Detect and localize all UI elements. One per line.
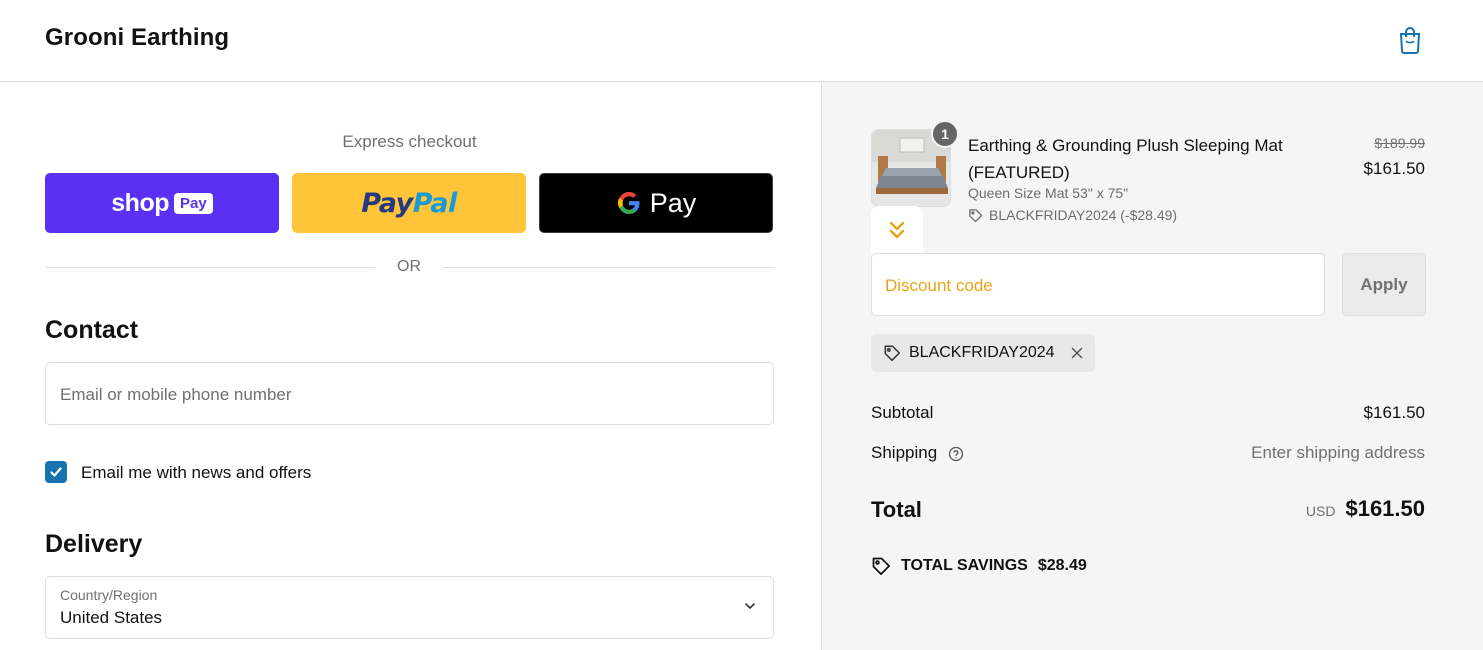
express-checkout-title: Express checkout bbox=[342, 132, 477, 151]
shipping-label: Shipping bbox=[871, 443, 938, 462]
product-discount-text: BLACKFRIDAY2024 (-$28.49) bbox=[989, 207, 1178, 223]
shipping-value: Enter shipping address bbox=[1251, 443, 1425, 462]
or-divider-label: OR bbox=[397, 258, 421, 275]
shop-pay-button[interactable]: shop Pay bbox=[45, 173, 279, 233]
check-icon bbox=[50, 467, 62, 477]
help-circle-icon[interactable] bbox=[948, 446, 964, 462]
total-savings: TOTAL SAVINGS $28.49 bbox=[871, 556, 1087, 576]
google-pay-label: Pay bbox=[649, 187, 697, 218]
rewards-widget-tab[interactable] bbox=[871, 206, 923, 254]
total-amount: $161.50 bbox=[1345, 496, 1425, 521]
tag-icon bbox=[884, 345, 901, 362]
or-divider-right bbox=[443, 267, 774, 268]
checkout-main: Express checkout shop Pay Pay Pal Pay OR … bbox=[0, 82, 821, 650]
country-select[interactable]: Country/Region United States bbox=[45, 576, 774, 639]
google-g-icon bbox=[617, 192, 640, 214]
shop-pay-pill: Pay bbox=[174, 192, 213, 214]
paypal-wordmark-pay: Pay bbox=[361, 187, 413, 219]
store-name[interactable]: Grooni Earthing bbox=[45, 24, 229, 52]
remove-discount-icon[interactable] bbox=[1071, 347, 1083, 359]
original-price: $189.99 bbox=[1374, 135, 1425, 151]
country-select-value: United States bbox=[60, 608, 163, 627]
product-discount: BLACKFRIDAY2024 (-$28.49) bbox=[968, 207, 1177, 223]
paypal-wordmark-pal: Pal bbox=[412, 187, 458, 219]
shipping-row-label: Shipping bbox=[871, 443, 964, 463]
subtotal-label: Subtotal bbox=[871, 403, 934, 422]
google-pay-button[interactable]: Pay bbox=[539, 173, 773, 233]
tag-icon bbox=[872, 557, 890, 575]
checkout-header: Grooni Earthing bbox=[0, 0, 1483, 82]
product-name: Earthing & Grounding Plush Sleeping Mat … bbox=[968, 136, 1283, 182]
country-select-label: Country/Region bbox=[60, 587, 158, 603]
email-placeholder: Email or mobile phone number bbox=[60, 385, 292, 404]
newsletter-checkbox[interactable] bbox=[45, 461, 67, 483]
shopping-bag-icon[interactable] bbox=[1394, 24, 1426, 56]
total-savings-value: $28.49 bbox=[1037, 557, 1087, 574]
subtotal-value: $161.50 bbox=[1363, 403, 1425, 422]
total-amount-group: USD $161.50 bbox=[1306, 496, 1425, 522]
applied-discount-chip: BLACKFRIDAY2024 bbox=[871, 334, 1095, 372]
discount-code-field[interactable]: Discount code bbox=[871, 253, 1325, 316]
double-chevron-down-icon bbox=[889, 221, 905, 239]
newsletter-label[interactable]: Email me with news and offers bbox=[81, 463, 311, 483]
or-divider-left bbox=[45, 267, 375, 268]
quantity-badge: 1 bbox=[931, 120, 959, 148]
shop-pay-wordmark: shop bbox=[111, 188, 169, 217]
product-variant: Queen Size Mat 53" x 75" bbox=[968, 185, 1129, 201]
tag-icon bbox=[969, 208, 983, 222]
chevron-down-icon bbox=[745, 603, 755, 609]
contact-heading: Contact bbox=[45, 316, 139, 344]
total-label: Total bbox=[871, 497, 922, 522]
apply-discount-button[interactable]: Apply bbox=[1342, 253, 1426, 316]
total-savings-label: TOTAL SAVINGS bbox=[901, 557, 1028, 574]
email-field[interactable]: Email or mobile phone number bbox=[45, 362, 774, 425]
total-currency: USD bbox=[1305, 503, 1336, 519]
discount-code-placeholder: Discount code bbox=[885, 276, 993, 295]
order-summary: 1 Earthing & Grounding Plush Sleeping Ma… bbox=[821, 82, 1483, 650]
applied-discount-code: BLACKFRIDAY2024 bbox=[909, 344, 1055, 361]
delivery-heading: Delivery bbox=[45, 530, 143, 558]
product-price: $161.50 bbox=[1363, 159, 1425, 178]
paypal-button[interactable]: Pay Pal bbox=[292, 173, 526, 233]
